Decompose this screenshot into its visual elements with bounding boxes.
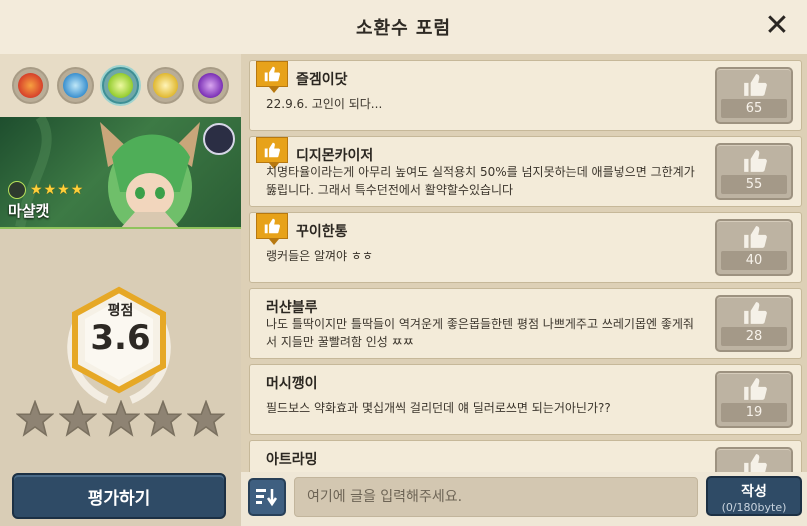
like-count: 55	[721, 175, 787, 194]
dark-element-icon	[198, 73, 223, 98]
post-author: 러샨블루	[266, 300, 318, 316]
like-button[interactable]: 19	[715, 371, 793, 428]
star-icon[interactable]	[101, 400, 140, 438]
post-body: 나도 틀딱이지만 틀딱들이 역겨운게 좋은몹들한텐 평점 나쁘게주고 쓰레기몹엔…	[266, 317, 694, 349]
like-count: 19	[721, 403, 787, 422]
star-icon[interactable]	[16, 400, 54, 438]
like-count: 28	[721, 327, 787, 346]
close-icon: ✕	[764, 8, 790, 43]
comment-input[interactable]	[294, 477, 698, 517]
thumbs-up-icon	[264, 218, 280, 234]
monster-info-panel: ★ ★ ★ ★ 마샬캣	[0, 54, 241, 526]
element-wind-button[interactable]	[102, 67, 139, 104]
post-body: 치명타율이라는게 아무리 높여도 실적용치 50%를 넘지못하는데 애를넣으면 …	[266, 165, 695, 197]
post-item: 디지몬카이저 치명타율이라는게 아무리 높여도 실적용치 50%를 넘지못하는데…	[249, 136, 802, 207]
best-post-tag	[256, 61, 288, 93]
post-author: 디지몬카이저	[296, 148, 374, 164]
wind-element-icon	[8, 181, 26, 199]
thumbs-up-icon	[744, 226, 767, 248]
like-count: 40	[721, 251, 787, 270]
comment-composer: 작성 (0/180byte)	[241, 472, 807, 526]
star-icon: ★	[30, 182, 43, 198]
thumbs-up-icon	[744, 378, 767, 400]
best-post-tag	[256, 137, 288, 169]
close-button[interactable]: ✕	[761, 10, 793, 42]
char-limit: (0/180byte)	[721, 501, 787, 514]
post-body: 필드보스 약화효과 몇십개씩 걸리던데 얘 딜러로쓰면 되는거아닌가??	[266, 401, 611, 415]
star-icon[interactable]	[187, 400, 225, 438]
post-item: 러샨블루 나도 틀딱이지만 틀딱들이 역겨운게 좋은몹들한텐 평점 나쁘게주고 …	[249, 288, 802, 359]
rating-stars	[16, 400, 225, 438]
post-author: 머시깽이	[266, 376, 318, 392]
thumbs-up-icon	[744, 302, 767, 324]
fire-element-icon	[18, 73, 43, 98]
post-list[interactable]: 즐겜이닷 22.9.6. 고인이 되다... 65 디지몬카이저 치명타율이라는…	[241, 54, 807, 472]
post-item: 즐겜이닷 22.9.6. 고인이 되다... 65	[249, 60, 802, 131]
element-light-button[interactable]	[147, 67, 184, 104]
post-author: 꾸이한통	[296, 224, 348, 240]
like-button[interactable]: 55	[715, 143, 793, 200]
element-dark-button[interactable]	[192, 67, 229, 104]
light-element-icon	[153, 73, 178, 98]
sort-icon	[256, 489, 278, 507]
like-button[interactable]: 65	[715, 67, 793, 124]
monster-portrait: ★ ★ ★ ★ 마샬캣	[0, 117, 241, 229]
submit-label: 작성	[741, 484, 767, 500]
awaken-icon[interactable]	[203, 123, 235, 155]
star-icon: ★	[57, 182, 70, 198]
best-post-tag	[256, 213, 288, 245]
thumbs-up-icon	[264, 142, 280, 158]
submit-button[interactable]: 작성 (0/180byte)	[706, 476, 802, 516]
like-button[interactable]: 28	[715, 295, 793, 352]
water-element-icon	[63, 73, 88, 98]
sort-button[interactable]	[248, 478, 286, 516]
element-fire-button[interactable]	[12, 67, 49, 104]
post-author: 즐겜이닷	[296, 72, 348, 88]
post-item: 머시깽이 필드보스 약화효과 몇십개씩 걸리던데 얘 딜러로쓰면 되는거아닌가?…	[249, 364, 802, 435]
post-body: 22.9.6. 고인이 되다...	[266, 97, 383, 111]
post-author: 아트라밍	[266, 452, 318, 468]
rating-label: 평점	[107, 303, 134, 319]
element-filter	[0, 54, 241, 117]
rate-button[interactable]: 평가하기	[12, 473, 226, 519]
monster-stars: ★ ★ ★ ★	[8, 181, 83, 199]
star-icon: ★	[70, 182, 84, 198]
rating-value: 3.6	[90, 318, 151, 358]
star-icon[interactable]	[144, 400, 183, 438]
monster-name: 마샬캣	[8, 202, 50, 220]
page-title: 소환수 포럼	[355, 18, 452, 39]
element-water-button[interactable]	[57, 67, 94, 104]
wind-element-icon	[108, 73, 133, 98]
thumbs-up-icon	[264, 66, 280, 82]
post-body: 랭커들은 알껴야 ㅎㅎ	[266, 249, 373, 263]
thumbs-up-icon	[744, 74, 767, 96]
like-button[interactable]: 40	[715, 219, 793, 276]
header-bar: 소환수 포럼 ✕	[0, 0, 807, 526]
thumbs-up-icon	[744, 454, 767, 472]
post-item: 꾸이한통 랭커들은 알껴야 ㅎㅎ 40	[249, 212, 802, 283]
star-icon[interactable]	[58, 400, 97, 438]
post-item: 아트라밍	[249, 440, 802, 472]
thumbs-up-icon	[744, 150, 767, 172]
like-count: 65	[721, 99, 787, 118]
like-button[interactable]	[715, 447, 793, 472]
star-icon: ★	[43, 182, 57, 198]
